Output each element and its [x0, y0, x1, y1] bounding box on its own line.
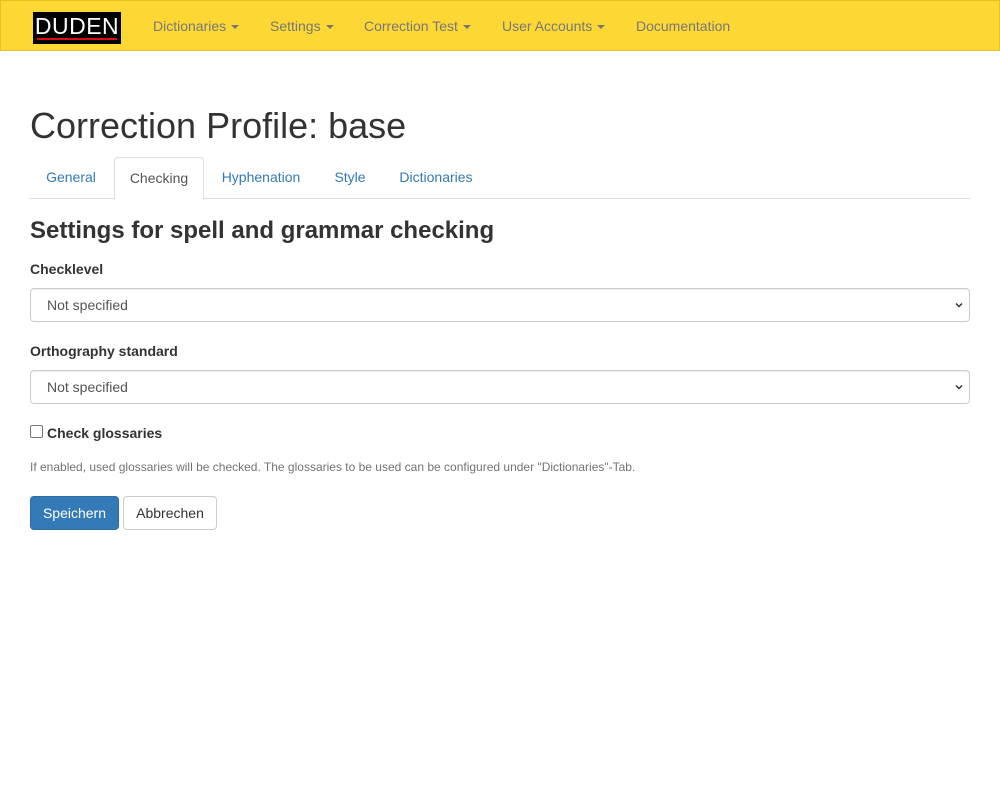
tab-style[interactable]: Style — [318, 157, 382, 199]
tab-label: General — [46, 169, 96, 185]
brand-text: DUDEN — [34, 13, 120, 39]
duden-logo[interactable]: DUDEN — [33, 12, 121, 44]
logo-underline — [37, 38, 117, 40]
orthography-value: Not specified — [47, 379, 128, 395]
tab-label: Style — [334, 169, 366, 185]
caret-down-icon — [597, 25, 606, 30]
nav-settings[interactable]: Settings — [270, 1, 334, 52]
page-title: Correction Profile: base — [30, 105, 407, 146]
tab-hyphenation[interactable]: Hyphenation — [206, 157, 316, 199]
check-glossaries-label[interactable]: Check glossaries — [47, 423, 162, 443]
tab-label: Dictionaries — [399, 169, 473, 185]
nav-correction-test[interactable]: Correction Test — [364, 1, 471, 52]
nav-label: Dictionaries — [153, 18, 227, 34]
tab-label: Hyphenation — [221, 169, 301, 185]
chevron-down-icon — [955, 302, 963, 308]
chevron-down-icon — [955, 384, 963, 390]
nav-user-accounts[interactable]: User Accounts — [502, 1, 606, 52]
orthography-select[interactable]: Not specified — [30, 370, 970, 404]
nav-label: Documentation — [636, 18, 731, 34]
caret-down-icon — [462, 25, 471, 30]
checklevel-select[interactable]: Not specified — [30, 288, 970, 322]
tab-dictionaries[interactable]: Dictionaries — [384, 157, 488, 199]
caret-down-icon — [325, 25, 334, 30]
nav-label: Correction Test — [364, 18, 458, 34]
caret-down-icon — [231, 25, 240, 30]
nav-label: User Accounts — [502, 18, 593, 34]
save-button[interactable]: Speichern — [30, 496, 119, 530]
check-glossaries-help: If enabled, used glossaries will be chec… — [30, 460, 636, 474]
check-glossaries-checkbox[interactable] — [30, 425, 43, 438]
nav-documentation[interactable]: Documentation — [636, 1, 730, 52]
orthography-label: Orthography standard — [30, 343, 178, 359]
tab-label: Checking — [129, 170, 189, 186]
nav-label: Settings — [270, 18, 321, 34]
nav-dictionaries[interactable]: Dictionaries — [153, 1, 240, 52]
section-title: Settings for spell and grammar checking — [30, 217, 495, 244]
checklevel-label: Checklevel — [30, 261, 104, 277]
checklevel-value: Not specified — [47, 297, 128, 313]
tab-checking[interactable]: Checking — [114, 157, 204, 200]
cancel-button[interactable]: Abbrechen — [123, 496, 217, 530]
tab-general[interactable]: General — [30, 157, 112, 199]
top-navbar: DUDEN Dictionaries Settings Correction T… — [0, 0, 1000, 51]
profile-tabs: General Checking Hyphenation Style Dicti… — [30, 157, 970, 200]
